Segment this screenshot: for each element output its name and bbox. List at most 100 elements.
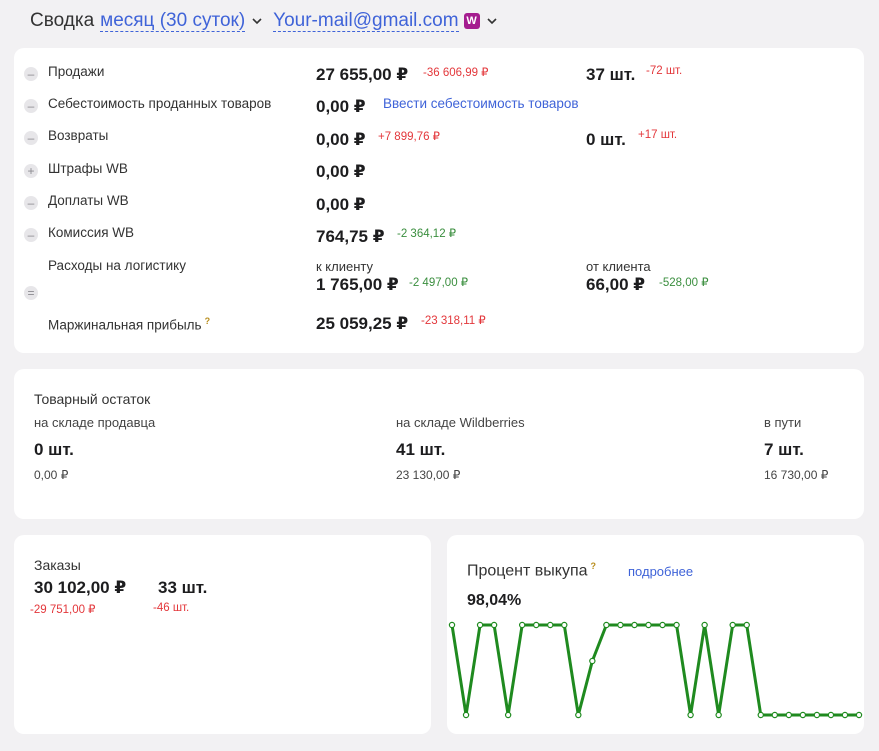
margin-value: 25 059,25 ₽ xyxy=(316,314,409,333)
orders-qty: 33 шт. xyxy=(158,578,208,597)
fines-value: 0,00 ₽ xyxy=(316,162,366,181)
buyout-data-point[interactable] xyxy=(743,621,750,629)
stock-seller-qty: 0 шт. xyxy=(34,440,74,459)
buyout-data-point[interactable] xyxy=(603,621,610,629)
stock-transit: в пути 7 шт. 16 730,00 ₽ xyxy=(764,415,828,482)
sales-qty-delta: -72 шт. xyxy=(646,65,683,77)
returns-label: Возвраты xyxy=(48,128,109,143)
cogs-label: Себестоимость проданных товаров xyxy=(48,96,272,111)
buyout-data-point[interactable] xyxy=(827,711,835,719)
sales-qty: 37 шт. xyxy=(586,65,636,84)
buyout-data-point[interactable] xyxy=(533,621,540,629)
stock-transit-label: в пути xyxy=(764,415,802,430)
buyout-more-link[interactable]: подробнее xyxy=(628,564,693,579)
stock-transit-money: 16 730,00 ₽ xyxy=(764,468,829,482)
returns-qty-delta: +17 шт. xyxy=(638,129,678,141)
buyout-data-point[interactable] xyxy=(701,621,708,629)
summary-card: – Продажи 27 655,00 ₽ -36 606,99 ₽ 37 шт… xyxy=(14,48,864,353)
margin-label-text: Маржинальная прибыль xyxy=(48,317,202,333)
buyout-data-point[interactable] xyxy=(687,711,694,719)
enter-cogs-link[interactable]: Ввести себестоимость товаров xyxy=(383,96,579,111)
buyout-data-point[interactable] xyxy=(771,711,778,719)
buyout-data-point[interactable] xyxy=(757,711,764,719)
buyout-data-point[interactable] xyxy=(645,621,652,629)
commission-label: Комиссия WB xyxy=(48,225,135,240)
logistics-label: Расходы на логистику xyxy=(48,258,186,273)
orders-amount: 30 102,00 ₽ xyxy=(34,578,127,597)
buyout-data-point[interactable] xyxy=(715,711,722,719)
buyout-data-point[interactable] xyxy=(561,621,568,629)
buyout-data-point[interactable] xyxy=(476,621,484,629)
page-header: Сводка месяц (30 суток) Your-mail@gmail.… xyxy=(30,8,508,34)
stock-seller-label: на складе продавца xyxy=(34,415,156,430)
collapse-cogs-toggle-icon[interactable]: – xyxy=(24,99,38,113)
stock-wb-label: на складе Wildberries xyxy=(396,415,525,430)
stock-wildberries: на складе Wildberries 41 шт. 23 130,00 ₽ xyxy=(396,415,525,482)
buyout-data-point[interactable] xyxy=(785,711,793,719)
orders-amount-delta: -29 751,00 ₽ xyxy=(30,604,96,616)
buyout-data-point[interactable] xyxy=(855,711,863,719)
stock-seller-money: 0,00 ₽ xyxy=(34,468,69,482)
help-icon[interactable]: ? xyxy=(205,316,211,326)
expand-fines-toggle-icon[interactable]: + xyxy=(24,164,38,178)
collapse-commission-toggle-icon[interactable]: – xyxy=(24,228,38,242)
buyout-title-text: Процент выкупа xyxy=(467,562,588,580)
wildberries-logo-icon: W xyxy=(463,13,480,29)
chevron-down-icon[interactable] xyxy=(484,13,500,29)
margin-label: Маржинальная прибыль? xyxy=(48,316,210,333)
surcharges-value: 0,00 ₽ xyxy=(316,195,366,214)
buyout-data-point[interactable] xyxy=(729,621,736,629)
buyout-data-point[interactable] xyxy=(673,621,680,629)
buyout-data-point[interactable] xyxy=(617,621,624,629)
margin-delta: -23 318,11 ₽ xyxy=(421,315,486,327)
commission-value: 764,75 ₽ xyxy=(316,227,385,246)
logistics-equals-icon[interactable]: = xyxy=(24,286,38,300)
orders-card: Заказы 30 102,00 ₽ 33 шт. -29 751,00 ₽ -… xyxy=(14,535,431,734)
to-client-value: 1 765,00 ₽ xyxy=(316,275,399,294)
buyout-title: Процент выкупа? xyxy=(467,561,596,580)
collapse-returns-toggle-icon[interactable]: – xyxy=(24,131,38,145)
orders-title: Заказы xyxy=(34,557,81,573)
chevron-down-icon[interactable] xyxy=(249,13,265,29)
buyout-data-point[interactable] xyxy=(547,621,554,629)
from-client-delta: -528,00 ₽ xyxy=(659,277,709,289)
to-client-delta: -2 497,00 ₽ xyxy=(409,277,469,289)
stock-wb-qty: 41 шт. xyxy=(396,440,446,459)
stock-card: Товарный остаток на складе продавца 0 шт… xyxy=(14,369,864,519)
fines-label: Штрафы WB xyxy=(48,161,128,176)
stock-title: Товарный остаток xyxy=(34,391,151,407)
buyout-data-point[interactable] xyxy=(504,711,512,719)
stock-seller: на складе продавца 0 шт. 0,00 ₽ xyxy=(34,415,155,482)
buyout-percent: 98,04% xyxy=(467,592,522,609)
buyout-data-point[interactable] xyxy=(575,711,582,719)
account-selector[interactable]: Your-mail@gmail.com xyxy=(273,10,459,32)
stock-wb-money: 23 130,00 ₽ xyxy=(396,468,461,482)
buyout-data-point[interactable] xyxy=(518,621,526,629)
commission-delta: -2 364,12 ₽ xyxy=(397,228,457,240)
buyout-data-point[interactable] xyxy=(448,621,456,629)
buyout-data-point[interactable] xyxy=(490,621,498,629)
buyout-data-point[interactable] xyxy=(462,711,470,719)
buyout-card: Процент выкупа? подробнее 98,04% xyxy=(447,535,864,734)
from-client-label: от клиента xyxy=(586,259,651,274)
stock-transit-qty: 7 шт. xyxy=(764,440,804,459)
collapse-surcharges-toggle-icon[interactable]: – xyxy=(24,196,38,210)
help-icon[interactable]: ? xyxy=(591,561,597,571)
collapse-sales-toggle-icon[interactable]: – xyxy=(24,67,38,81)
buyout-data-point[interactable] xyxy=(841,711,849,719)
cogs-value: 0,00 ₽ xyxy=(316,97,366,116)
sales-label: Продажи xyxy=(48,64,105,79)
surcharges-label: Доплаты WB xyxy=(48,193,129,208)
page-title: Сводка xyxy=(30,10,95,31)
period-selector[interactable]: месяц (30 суток) xyxy=(100,10,246,32)
returns-value: 0,00 ₽ xyxy=(316,130,366,149)
buyout-data-point[interactable] xyxy=(631,621,638,629)
sales-value: 27 655,00 ₽ xyxy=(316,65,409,84)
buyout-data-point[interactable] xyxy=(589,657,596,665)
returns-qty: 0 шт. xyxy=(586,130,626,149)
buyout-data-point[interactable] xyxy=(813,711,821,719)
buyout-data-point[interactable] xyxy=(659,621,666,629)
from-client-value: 66,00 ₽ xyxy=(586,275,646,294)
orders-qty-delta: -46 шт. xyxy=(153,602,190,614)
buyout-data-point[interactable] xyxy=(799,711,807,719)
